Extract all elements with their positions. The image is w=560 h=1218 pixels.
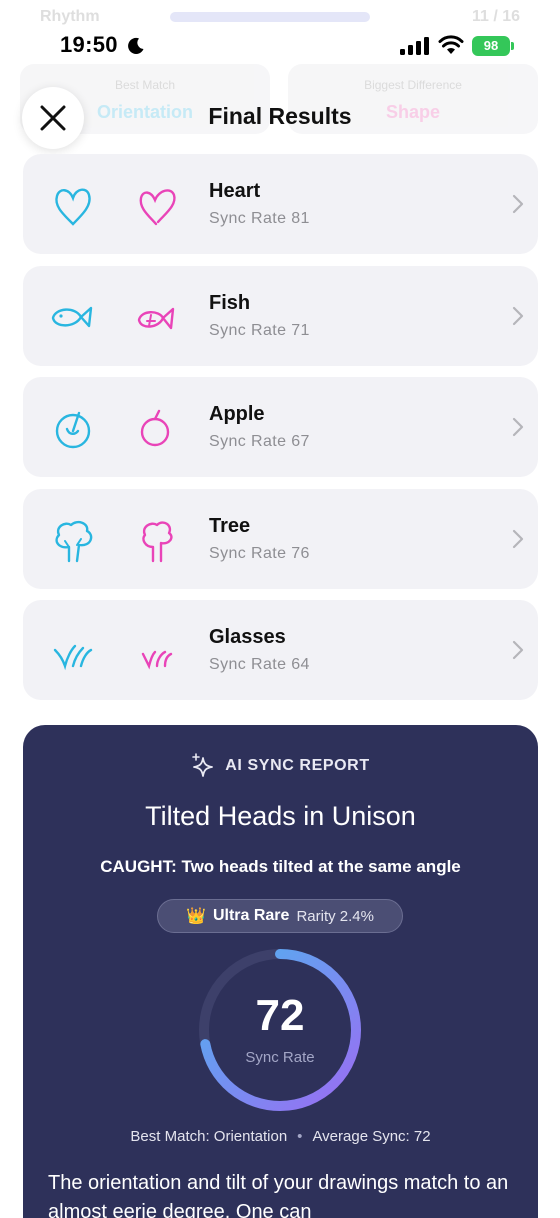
report-body-text: The orientation and tilt of your drawing… — [48, 1172, 509, 1218]
result-name: Glasses — [209, 626, 286, 648]
results-list: Heart Sync Rate 81 Fish Sync Rate 71 App… — [23, 154, 538, 712]
report-stats: Best Match: Orientation • Average Sync: 72 — [23, 1128, 538, 1145]
apple-drawing-player-two — [140, 409, 170, 447]
glasses-drawing-player-one — [53, 644, 93, 671]
result-name: Heart — [209, 180, 261, 202]
result-sync-rate: Sync Rate 64 — [209, 656, 310, 673]
tree-drawing-player-two — [142, 520, 173, 562]
background-screen: Rhythm 11 / 16 Best Match Orientation Bi… — [0, 0, 560, 160]
result-sync-rate: Sync Rate 81 — [209, 210, 310, 227]
rarity-badge: 👑 Ultra Rare Rarity 2.4% — [157, 899, 403, 933]
separator-dot: • — [297, 1128, 303, 1145]
report-header: AI SYNC REPORT — [23, 753, 538, 779]
signal-icon — [400, 37, 429, 55]
rarity-value: Rarity 2.4% — [296, 907, 374, 925]
background-progress-bar — [170, 12, 370, 22]
report-title: Tilted Heads in Unison — [145, 801, 416, 831]
heart-drawing-player-two — [139, 189, 176, 226]
result-sync-rate: Sync Rate 67 — [209, 433, 310, 450]
result-name: Tree — [209, 514, 251, 537]
chevron-right-icon — [512, 306, 524, 325]
fish-drawing-player-one — [51, 306, 93, 327]
glasses-drawing-player-two — [141, 650, 173, 670]
average-sync-stat: Average Sync: 72 — [312, 1128, 431, 1145]
chevron-right-icon — [512, 529, 524, 548]
battery-tip — [511, 42, 514, 50]
result-card-apple[interactable]: Apple Sync Rate 67 — [23, 377, 538, 477]
sync-rate-label: Sync Rate — [245, 1049, 315, 1066]
status-time: 19:50 — [60, 32, 118, 57]
report-header-label: AI SYNC REPORT — [225, 757, 370, 774]
chevron-right-icon — [512, 194, 524, 214]
chevron-right-icon — [512, 417, 524, 437]
sparkle-icon — [192, 753, 214, 777]
page-title: Final Results — [208, 103, 352, 129]
apple-drawing-player-one — [55, 411, 91, 449]
result-card-tree[interactable]: Tree Sync Rate 76 — [23, 488, 538, 589]
background-count: 11 / 16 — [471, 8, 520, 25]
result-sync-rate: Sync Rate 76 — [209, 544, 310, 562]
status-bar: 19:50 98 — [0, 28, 560, 64]
result-sync-rate: Sync Rate 71 — [209, 321, 310, 339]
result-card-heart[interactable]: Heart Sync Rate 81 — [23, 154, 538, 254]
best-match-stat: Best Match: Orientation — [130, 1128, 288, 1145]
background-biggest-difference-label: Biggest Difference — [364, 78, 462, 92]
crown-icon: 👑 — [186, 908, 206, 925]
result-name: Fish — [209, 291, 251, 314]
sync-rate-value: 72 — [255, 991, 305, 1040]
wifi-icon — [438, 35, 464, 54]
tree-drawing-player-one — [55, 520, 93, 562]
ai-sync-report-card: AI SYNC REPORT Tilted Heads in Unison CA… — [23, 725, 538, 1218]
heart-drawing-player-one — [55, 188, 91, 226]
moon-icon — [128, 37, 144, 54]
result-name: Apple — [209, 403, 265, 425]
rarity-label: Ultra Rare — [212, 907, 290, 924]
background-title: Rhythm — [40, 8, 100, 25]
battery-level: 98 — [472, 36, 510, 56]
report-caught: CAUGHT: Two heads tilted at the same ang… — [100, 857, 461, 876]
result-card-glasses[interactable]: Glasses Sync Rate 64 — [23, 600, 538, 700]
chevron-right-icon — [512, 640, 524, 660]
result-card-fish[interactable]: Fish Sync Rate 71 — [23, 265, 538, 366]
fish-drawing-player-two — [137, 307, 175, 329]
